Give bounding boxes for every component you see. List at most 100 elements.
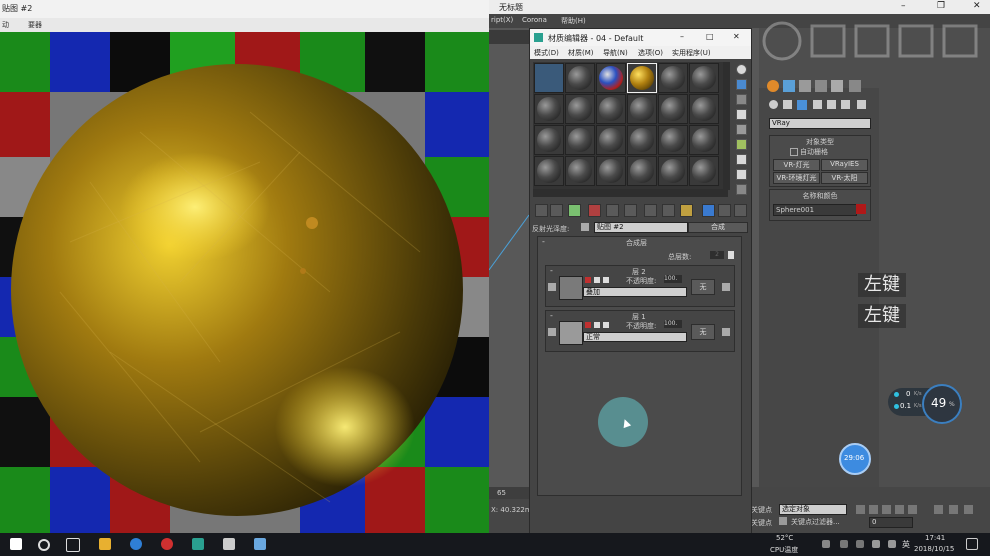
vr-ambient-light-button[interactable]: VR-环境灯光: [773, 172, 820, 184]
ime-indicator[interactable]: 英: [902, 539, 910, 550]
go-to-parent-icon[interactable]: [718, 204, 731, 217]
layer-2-map-thumbnail[interactable]: [559, 276, 583, 300]
map-type-button[interactable]: 合成: [688, 222, 748, 233]
browser-icon[interactable]: [130, 538, 142, 550]
sample-slots-grid[interactable]: [533, 62, 728, 190]
put-to-scene-icon[interactable]: [550, 204, 563, 217]
sample-slot[interactable]: [534, 125, 564, 155]
mat-minimize-button[interactable]: –: [680, 32, 684, 41]
hierarchy-tab-icon[interactable]: [799, 80, 811, 92]
object-color-swatch[interactable]: [856, 204, 866, 214]
tray-icon[interactable]: [856, 540, 864, 548]
zoom-extents-icon[interactable]: [964, 505, 973, 514]
sample-slot[interactable]: [534, 156, 564, 186]
next-frame-icon[interactable]: [895, 505, 904, 514]
sample-slot[interactable]: [565, 156, 595, 186]
layer-1-duplicate-icon[interactable]: [603, 322, 609, 328]
cpu-usage-gauge[interactable]: 49 %: [922, 384, 962, 424]
sample-slot[interactable]: [596, 94, 626, 124]
sample-slot[interactable]: [658, 125, 688, 155]
layer-1-mask-toggle-icon[interactable]: [548, 328, 556, 336]
clock-time[interactable]: 17:41: [925, 534, 945, 542]
layer-1-visible-icon[interactable]: [594, 322, 600, 328]
sample-slot[interactable]: [627, 125, 657, 155]
layer-2-visible-icon[interactable]: [594, 277, 600, 283]
get-material-icon[interactable]: [535, 204, 548, 217]
layer-1-map-thumbnail[interactable]: [559, 321, 583, 345]
key-filters-button[interactable]: 关键点过滤器...: [791, 517, 840, 527]
app-taskbar-icon[interactable]: [223, 538, 235, 550]
motion-tab-icon[interactable]: [815, 80, 827, 92]
render-menu-item[interactable]: 动: [2, 20, 9, 30]
sample-slot[interactable]: [596, 63, 626, 93]
layer-collapse-icon[interactable]: -: [550, 311, 553, 320]
assign-to-selection-icon[interactable]: [568, 204, 581, 217]
vr-light-button[interactable]: VR-灯光: [773, 159, 820, 171]
3dsmax-taskbar-icon[interactable]: [192, 538, 204, 550]
sample-slot[interactable]: [689, 63, 719, 93]
video-check-icon[interactable]: [736, 124, 747, 135]
sample-type-icon[interactable]: [736, 64, 747, 75]
layer-collapse-icon[interactable]: -: [550, 266, 553, 275]
reset-map-icon[interactable]: [588, 204, 601, 217]
pick-material-eyedropper-icon[interactable]: [581, 223, 589, 231]
menu-corona[interactable]: Corona: [522, 16, 547, 24]
vr-sun-button[interactable]: VR-太阳: [821, 172, 868, 184]
tray-chevron-icon[interactable]: [822, 540, 830, 548]
rollout-collapse-icon[interactable]: -: [542, 237, 545, 246]
sample-slot[interactable]: [658, 156, 688, 186]
sample-slot-1[interactable]: [534, 63, 564, 93]
mat-menu-options[interactable]: 选项(O): [638, 48, 663, 58]
layer-2-blend-mode-dropdown[interactable]: 叠加: [583, 287, 687, 297]
network-icon[interactable]: [872, 540, 880, 548]
prev-frame-icon[interactable]: [869, 505, 878, 514]
lights-icon[interactable]: [797, 100, 807, 110]
maximize-button[interactable]: ❐: [937, 1, 945, 11]
put-to-library-icon[interactable]: [644, 204, 657, 217]
mat-menu-navigation[interactable]: 导航(N): [603, 48, 628, 58]
shapes-icon[interactable]: [783, 100, 792, 109]
sample-slot[interactable]: [689, 125, 719, 155]
display-tab-icon[interactable]: [831, 80, 843, 92]
start-windows-icon[interactable]: [10, 538, 22, 550]
slots-vertical-scrollbar[interactable]: [723, 62, 730, 190]
search-icon[interactable]: [38, 539, 50, 551]
mat-menu-mode[interactable]: 模式(D): [534, 48, 559, 58]
show-in-viewport-icon[interactable]: [680, 204, 693, 217]
go-forward-sibling-icon[interactable]: [734, 204, 747, 217]
mat-menu-utilities[interactable]: 实用程序(U): [672, 48, 711, 58]
backlight-icon[interactable]: [736, 79, 747, 90]
file-explorer-icon[interactable]: [99, 538, 111, 550]
notification-center-icon[interactable]: [966, 538, 978, 550]
layer-1-mask-button[interactable]: 无: [691, 324, 715, 340]
layer-1-delete-icon[interactable]: [585, 322, 591, 328]
total-layers-field[interactable]: 2: [710, 251, 724, 259]
go-to-start-icon[interactable]: [856, 505, 865, 514]
helpers-icon[interactable]: [827, 100, 836, 109]
layer-2-delete-icon[interactable]: [585, 277, 591, 283]
select-by-material-icon[interactable]: [736, 169, 747, 180]
task-view-icon[interactable]: [66, 538, 80, 552]
options-icon[interactable]: [736, 154, 747, 165]
add-layer-icon[interactable]: [728, 251, 734, 259]
systems-icon[interactable]: [857, 100, 866, 109]
sample-slot[interactable]: [689, 94, 719, 124]
key-filter-icon[interactable]: [779, 517, 787, 525]
zoom-icon[interactable]: [934, 505, 943, 514]
sample-slot[interactable]: [627, 156, 657, 186]
utilities-tab-icon[interactable]: [849, 80, 861, 92]
clock-date[interactable]: 2018/10/15: [914, 545, 954, 553]
copy-material-icon[interactable]: [606, 204, 619, 217]
make-unique-icon[interactable]: [624, 204, 637, 217]
mat-maximize-button[interactable]: □: [706, 32, 714, 41]
volume-icon[interactable]: [888, 540, 896, 548]
uv-tiling-icon[interactable]: [736, 109, 747, 120]
sample-slot[interactable]: [534, 94, 564, 124]
background-icon[interactable]: [736, 94, 747, 105]
cameras-icon[interactable]: [813, 100, 822, 109]
show-end-result-icon[interactable]: [702, 204, 715, 217]
current-frame-field[interactable]: 0: [869, 517, 913, 528]
layer-1-opacity-field[interactable]: 100.: [664, 320, 682, 328]
layer-2-mask-button[interactable]: 无: [691, 279, 715, 295]
modify-tab-icon[interactable]: [783, 80, 795, 92]
